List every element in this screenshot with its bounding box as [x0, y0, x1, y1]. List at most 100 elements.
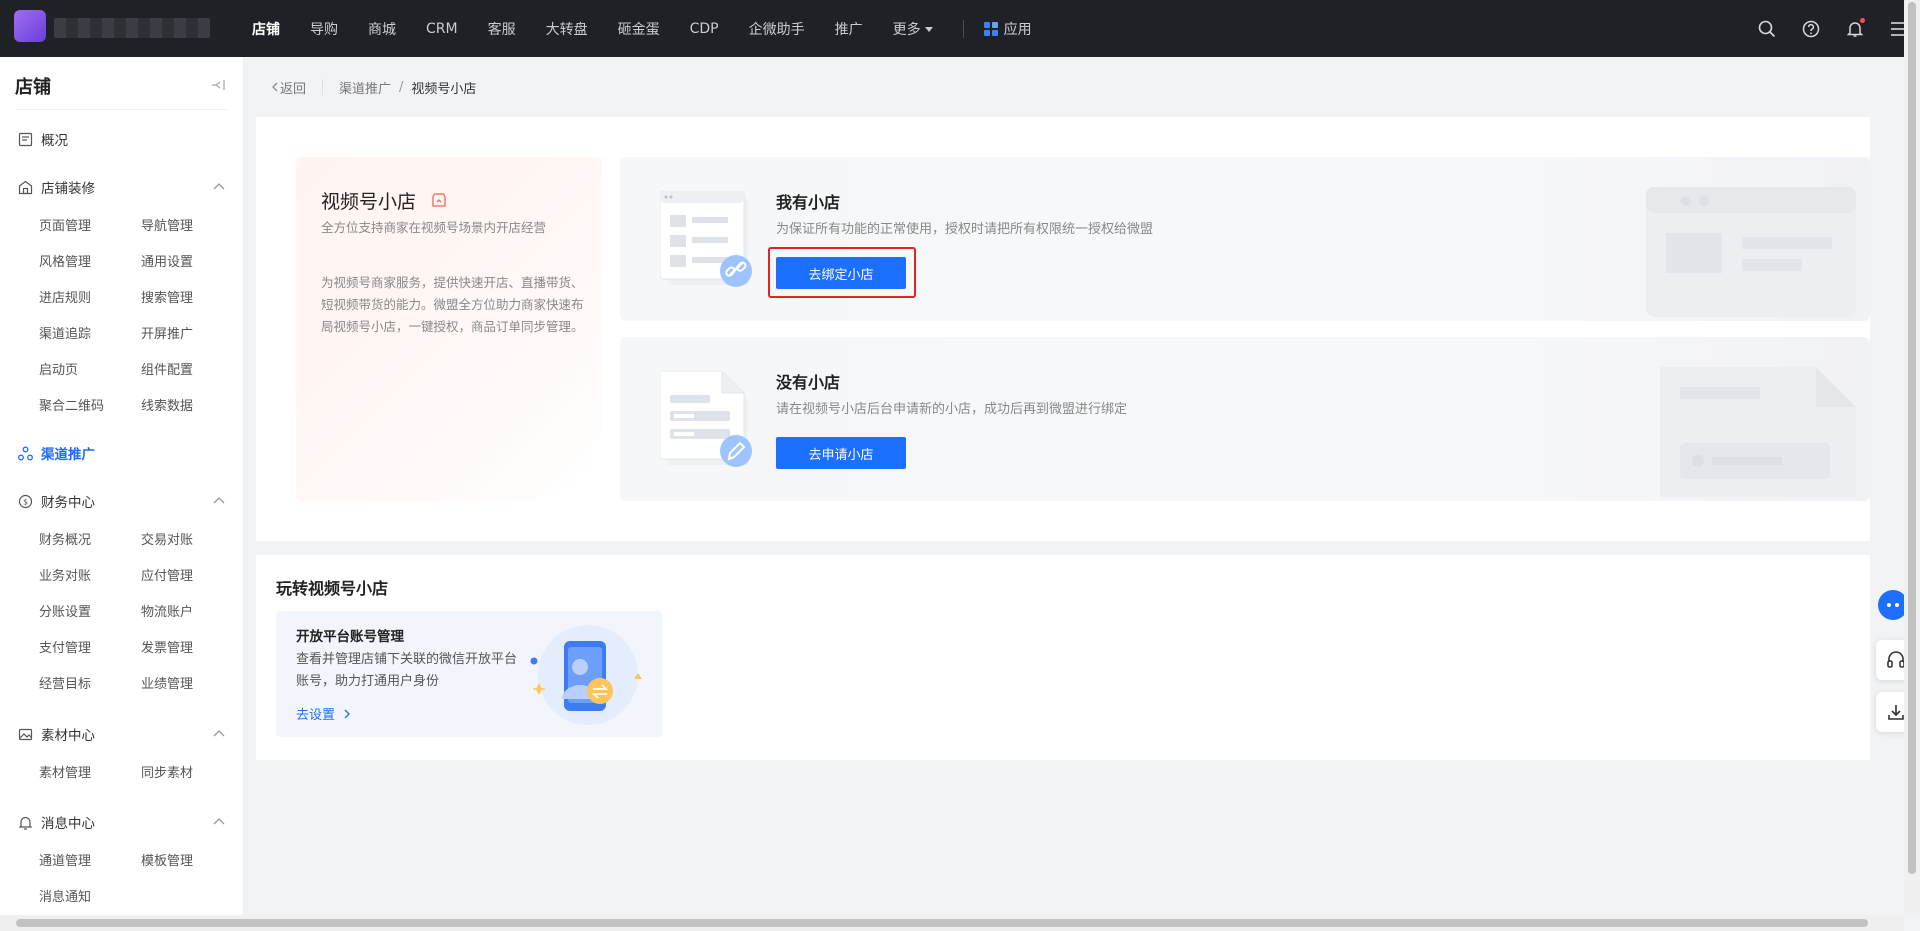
chevron-up-icon[interactable] [213, 496, 225, 504]
headset-icon [1887, 651, 1905, 668]
sidebar-group-material[interactable]: 素材中心 [18, 724, 95, 744]
topnav-item-service[interactable]: 客服 [488, 19, 516, 39]
sidebar-subitem[interactable]: 开屏推广 [141, 323, 193, 342]
sidebar-subitem[interactable]: 通用设置 [141, 251, 193, 270]
sidebar-subitem[interactable]: 页面管理 [39, 215, 91, 234]
topnav-item-crm[interactable]: CRM [426, 21, 458, 37]
apply-store-button[interactable]: 去申请小店 [776, 437, 906, 469]
sidebar-subitem[interactable]: 组件配置 [141, 359, 193, 378]
finance-icon: $ [18, 494, 33, 508]
have-store-title: 我有小店 [776, 193, 841, 212]
sidebar-subitem[interactable]: 分账设置 [39, 601, 91, 620]
topnav-item-promotion[interactable]: 推广 [835, 19, 863, 39]
sidebar-subitem[interactable]: 经营目标 [39, 673, 91, 692]
sidebar-group-finance-label: 财务中心 [41, 495, 95, 511]
sidebar-subitem[interactable]: 聚合二维码 [39, 395, 104, 414]
topnav-item-store[interactable]: 店铺 [252, 19, 280, 39]
vertical-scrollbar[interactable] [1904, 0, 1920, 915]
sidebar-subitem[interactable]: 搜索管理 [141, 287, 193, 306]
decorative-window-watermark [1646, 187, 1856, 317]
document-link-illustration [660, 191, 752, 287]
go-settings-link[interactable]: 去设置 [296, 704, 353, 723]
chevron-up-icon[interactable] [213, 182, 225, 190]
topnav-item-wecom[interactable]: 企微助手 [749, 19, 805, 39]
open-platform-title: 开放平台账号管理 [296, 629, 404, 645]
search-icon[interactable] [1756, 18, 1778, 40]
intro-subtitle: 全方位支持商家在视频号场景内开店经营 [321, 220, 547, 235]
breadcrumb-parent[interactable]: 渠道推广 [339, 78, 391, 97]
account-sync-illustration [530, 625, 642, 725]
document-edit-illustration [660, 371, 752, 467]
sidebar-subitem[interactable]: 交易对账 [141, 529, 193, 548]
notification-dot [1860, 17, 1865, 23]
topnav-item-mall[interactable]: 商城 [368, 19, 396, 39]
sidebar-subitem[interactable]: 发票管理 [141, 637, 193, 656]
intro-title: 视频号小店 [321, 191, 417, 213]
chevron-right-icon [344, 709, 351, 718]
horizontal-scrollbar[interactable] [0, 915, 1904, 931]
open-platform-card[interactable]: 开放平台账号管理 查看并管理店铺下关联的微信开放平台账号，助力打通用户身份 去设… [276, 611, 662, 737]
sidebar-group-finance[interactable]: $ 财务中心 [18, 491, 95, 511]
open-platform-desc: 查看并管理店铺下关联的微信开放平台账号，助力打通用户身份 [296, 652, 518, 689]
sidebar-divider [15, 109, 227, 110]
go-settings-label: 去设置 [296, 708, 336, 723]
sidebar-subitem[interactable]: 物流账户 [141, 601, 193, 620]
svg-text:$: $ [23, 497, 28, 506]
sidebar-subitem[interactable]: 支付管理 [39, 637, 91, 656]
topnav-item-guide[interactable]: 导购 [310, 19, 338, 39]
collapse-sidebar-icon[interactable] [210, 77, 226, 93]
sidebar-group-message[interactable]: 消息中心 [18, 812, 95, 832]
chevron-up-icon[interactable] [213, 729, 225, 737]
chevron-up-icon[interactable] [213, 817, 225, 825]
top-bar: 店铺 导购 商城 CRM 客服 大转盘 砸金蛋 CDP 企微助手 推广 更多 应… [0, 0, 1920, 57]
sidebar-subitem[interactable]: 风格管理 [39, 251, 91, 270]
sidebar-subitem[interactable]: 渠道追踪 [39, 323, 91, 342]
sidebar: 店铺 概况 店铺装修 页面管理 导航管理 风格管理 通用设置 进店规则 搜索管理… [0, 57, 244, 915]
topnav-item-wheel[interactable]: 大转盘 [546, 19, 588, 39]
sidebar-item-overview-label: 概况 [41, 133, 68, 149]
caret-down-icon [924, 27, 933, 32]
sidebar-subitem[interactable]: 业务对账 [39, 565, 91, 584]
chevron-left-icon [272, 82, 278, 92]
topnav-item-cdp[interactable]: CDP [690, 21, 719, 37]
bind-store-button[interactable]: 去绑定小店 [776, 257, 906, 289]
intro-card: 视频号小店 全方位支持商家在视频号场景内开店经营 为视频号商家服务，提供快速开店… [296, 157, 602, 501]
notification-bell-icon[interactable] [1844, 17, 1866, 40]
store-decor-icon [18, 180, 33, 194]
sidebar-subitem[interactable]: 应付管理 [141, 565, 193, 584]
have-store-desc: 为保证所有功能的正常使用，授权时请把所有权限统一授权给微盟 [776, 222, 1154, 237]
sidebar-subitem[interactable]: 同步素材 [141, 762, 193, 781]
top-right-tools [1734, 0, 1920, 57]
vertical-scroll-thumb[interactable] [1908, 2, 1916, 874]
breadcrumb-current: 视频号小店 [411, 81, 477, 97]
store-bind-panel: 视频号小店 全方位支持商家在视频号场景内开店经营 为视频号商家服务，提供快速开店… [256, 117, 1870, 541]
sidebar-subitem[interactable]: 线索数据 [141, 395, 193, 414]
sidebar-item-overview[interactable]: 概况 [18, 129, 68, 149]
topnav-item-more[interactable]: 更多 [893, 19, 933, 39]
topnav-item-egg[interactable]: 砸金蛋 [618, 19, 660, 39]
no-store-title: 没有小店 [776, 373, 841, 392]
image-icon [18, 728, 33, 740]
sidebar-group-decor[interactable]: 店铺装修 [18, 177, 95, 197]
download-icon [1888, 705, 1904, 720]
sidebar-subitem[interactable]: 财务概况 [39, 529, 91, 548]
sidebar-subitem[interactable]: 消息通知 [39, 886, 91, 905]
help-icon[interactable] [1800, 18, 1822, 40]
horizontal-scroll-thumb[interactable] [16, 919, 1868, 927]
sidebar-item-channel-promotion[interactable]: 渠道推广 [18, 443, 95, 463]
sidebar-title: 店铺 [15, 77, 51, 98]
apps-button[interactable]: 应用 [983, 19, 1032, 39]
sidebar-subitem[interactable]: 通道管理 [39, 850, 91, 869]
back-button[interactable]: 返回 [270, 78, 306, 97]
sidebar-subitem[interactable]: 启动页 [39, 359, 78, 378]
sidebar-subitem[interactable]: 进店规则 [39, 287, 91, 306]
brand-logo[interactable] [14, 10, 46, 42]
sidebar-subitem[interactable]: 业绩管理 [141, 673, 193, 692]
sidebar-subitem[interactable]: 素材管理 [39, 762, 91, 781]
have-store-card: 我有小店 为保证所有功能的正常使用，授权时请把所有权限统一授权给微盟 去绑定小店 [620, 157, 1870, 321]
sidebar-subitem[interactable]: 模板管理 [141, 850, 193, 869]
sidebar-group-material-label: 素材中心 [41, 728, 95, 744]
decorative-document-watermark [1660, 367, 1856, 497]
apps-label: 应用 [1003, 21, 1032, 38]
sidebar-subitem[interactable]: 导航管理 [141, 215, 193, 234]
